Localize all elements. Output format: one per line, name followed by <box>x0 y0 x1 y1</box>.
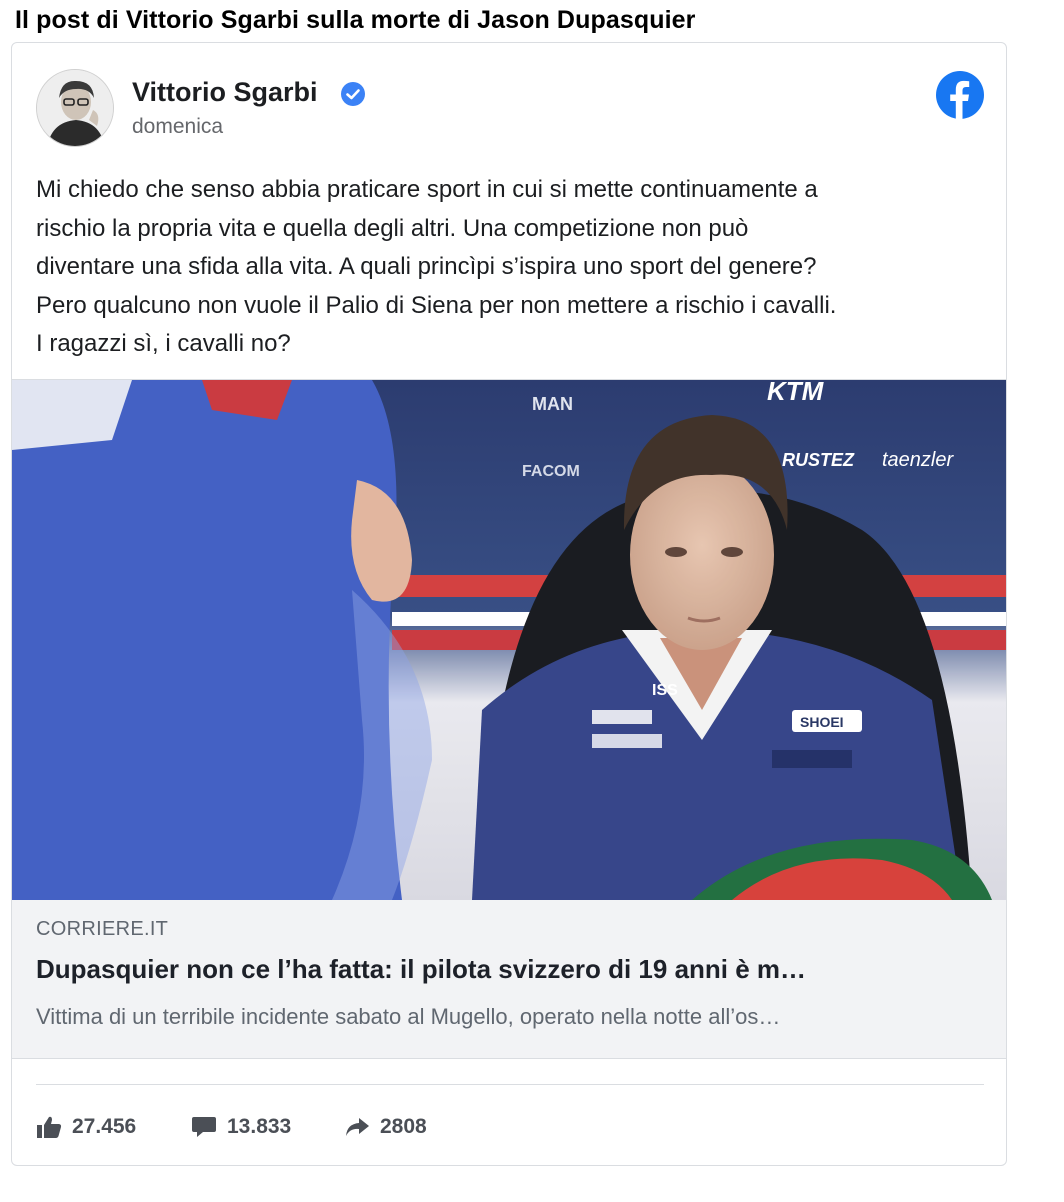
facebook-post-embed: Vittorio Sgarbi domenica Mi chiedo che s… <box>11 42 1007 1166</box>
comment-count: 13.833 <box>227 1115 292 1138</box>
page-footer-space <box>0 1168 1064 1202</box>
link-preview-image[interactable]: MAN KTM FACOM RUSTEZ taenzler SHOEI ISS <box>12 380 1006 900</box>
facebook-icon[interactable] <box>935 70 985 120</box>
post-text-line: diventare una sfida alla vita. A quali p… <box>36 253 817 280</box>
post-text-line: Mi chiedo che senso abbia praticare spor… <box>36 176 818 203</box>
share-button[interactable]: 2808 <box>344 1109 427 1145</box>
post-text-line: rischio la propria vita e quella degli a… <box>36 214 749 242</box>
author-name[interactable]: Vittorio Sgarbi <box>132 77 318 108</box>
link-preview-meta[interactable]: CORRIERE.IT Dupasquier non ce l’ha fatta… <box>12 900 1006 1058</box>
link-title[interactable]: Dupasquier non ce l’ha fatta: il pilota … <box>36 954 991 985</box>
link-source: CORRIERE.IT <box>36 918 169 940</box>
post-text-line: I ragazzi sì, i cavalli no? <box>36 330 291 357</box>
comment-icon <box>192 1117 216 1137</box>
like-count: 27.456 <box>72 1115 137 1138</box>
avatar[interactable] <box>36 69 114 147</box>
page-title: Il post di Vittorio Sgarbi sulla morte d… <box>15 6 696 34</box>
post-header: Vittorio Sgarbi domenica <box>12 43 1006 163</box>
divider <box>36 1084 984 1085</box>
post-body: Mi chiedo che senso abbia praticare spor… <box>36 171 991 364</box>
share-count: 2808 <box>380 1115 427 1138</box>
post-date[interactable]: domenica <box>132 115 223 139</box>
like-icon <box>37 1116 62 1138</box>
comment-button[interactable]: 13.833 <box>191 1109 291 1145</box>
link-description: Vittima di un terribile incidente sabato… <box>36 1004 781 1029</box>
link-preview[interactable]: MAN KTM FACOM RUSTEZ taenzler SHOEI ISS <box>12 379 1006 1059</box>
verified-badge-icon <box>341 82 365 106</box>
post-text-line: Pero qualcuno non vuole il Palio di Sien… <box>36 291 837 319</box>
like-button[interactable]: 27.456 <box>36 1109 136 1145</box>
share-icon <box>346 1118 369 1136</box>
